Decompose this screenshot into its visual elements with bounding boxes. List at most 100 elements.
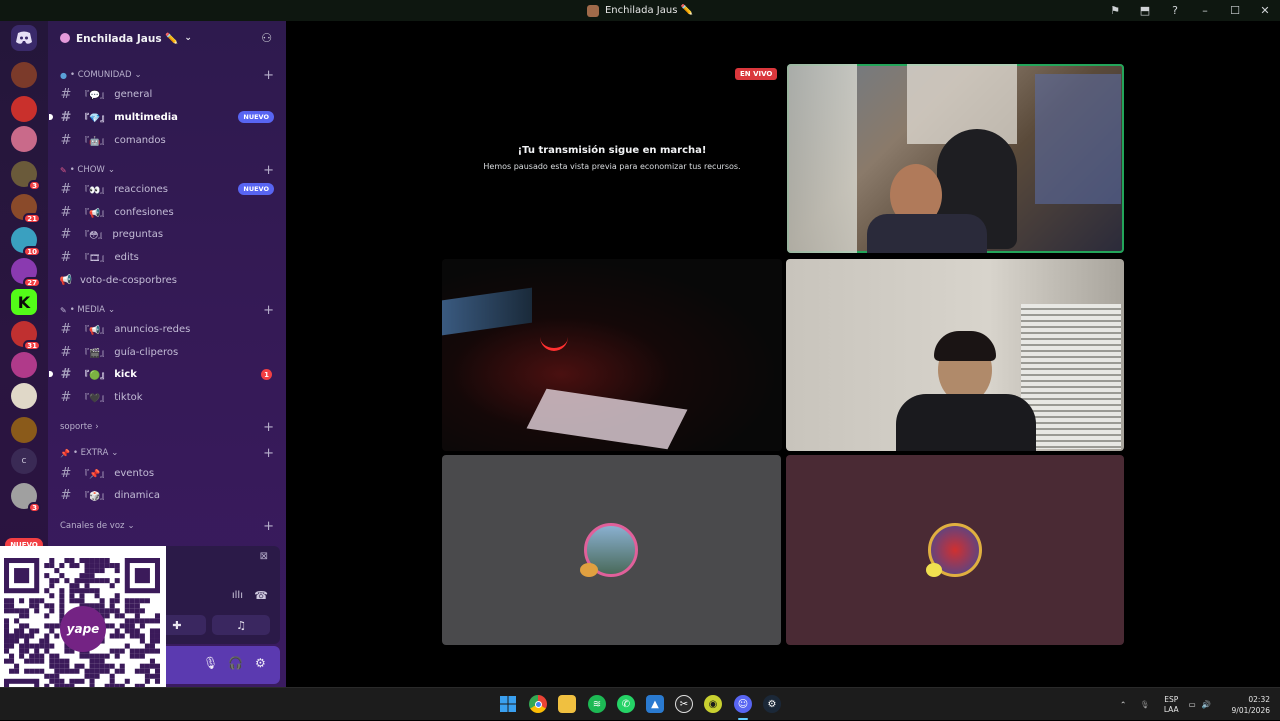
channel-emoji: 『🎬』 bbox=[80, 348, 110, 359]
photos-icon[interactable]: ▲ bbox=[646, 695, 664, 713]
server-icon bbox=[586, 4, 599, 17]
download-icon[interactable]: ⬒ bbox=[1130, 0, 1160, 21]
channel-name: kick bbox=[114, 368, 137, 380]
steam-icon[interactable]: ⚙ bbox=[763, 695, 781, 713]
category-media[interactable]: ✎ • MEDIA ⌄ + bbox=[60, 303, 274, 318]
server-icon-4[interactable]: 3 bbox=[11, 161, 41, 191]
new-badge: NUEVO bbox=[238, 183, 274, 195]
wall-right bbox=[1035, 74, 1121, 204]
noise-suppression-icon[interactable]: ıllı bbox=[232, 590, 243, 601]
mention-badge: 31 bbox=[23, 340, 41, 351]
server-icon-10[interactable] bbox=[11, 352, 37, 378]
spotify-icon[interactable]: ≋ bbox=[588, 695, 606, 713]
headphones-icon[interactable]: 🎧 bbox=[228, 656, 243, 670]
file-explorer-icon[interactable] bbox=[558, 695, 576, 713]
add-channel-icon[interactable]: + bbox=[263, 68, 274, 83]
hash-icon: # bbox=[60, 249, 72, 265]
video-tile-screen[interactable] bbox=[442, 259, 782, 451]
video-tile-streamer-2[interactable] bbox=[786, 259, 1124, 451]
add-channel-icon[interactable]: + bbox=[263, 420, 274, 435]
channel-reacciones[interactable]: # 『👀』 reacciones NUEVO bbox=[56, 179, 278, 199]
channel-guia-cliperos[interactable]: # 『🎬』 guía-cliperos bbox=[56, 342, 278, 362]
server-icon-12[interactable] bbox=[11, 417, 37, 443]
mention-badge: 21 bbox=[23, 213, 41, 224]
channel-comandos[interactable]: # 『🤖』 comandos bbox=[56, 130, 278, 150]
microphone-icon[interactable]: 🎙 bbox=[203, 656, 218, 670]
channel-confesiones[interactable]: # 『📢』 confesiones bbox=[56, 202, 278, 222]
clock-time: 02:32 bbox=[1248, 695, 1270, 704]
inbox-icon[interactable]: ⚑ bbox=[1100, 0, 1130, 21]
category-extra[interactable]: 📌 • EXTRA ⌄ + bbox=[60, 446, 274, 461]
add-channel-icon[interactable]: + bbox=[263, 446, 274, 461]
guild-header[interactable]: Enchilada Jaus ✏️ ⌄ ⚇ bbox=[48, 21, 286, 55]
windows-start-icon[interactable] bbox=[499, 695, 517, 713]
server-icon-14[interactable]: 3 bbox=[11, 483, 41, 513]
channel-multimedia[interactable]: # 『💎』 multimedia NUEVO bbox=[49, 107, 278, 127]
avatar-tile-1[interactable] bbox=[442, 455, 781, 645]
video-tile-streamer-1[interactable] bbox=[787, 64, 1124, 253]
whatsapp-icon[interactable]: ✆ bbox=[617, 695, 635, 713]
chrome-icon[interactable] bbox=[529, 695, 547, 713]
server-icon-2[interactable] bbox=[11, 96, 37, 122]
network-icon[interactable]: ▭ bbox=[1189, 700, 1196, 709]
server-icon-5[interactable]: 21 bbox=[11, 194, 41, 224]
hash-icon: # bbox=[60, 465, 72, 481]
person-body bbox=[896, 394, 1036, 451]
category-soporte[interactable]: soporte › + bbox=[60, 420, 274, 435]
help-icon[interactable]: ? bbox=[1160, 0, 1190, 21]
volume-icon[interactable]: 🔊 bbox=[1202, 700, 1211, 709]
server-icon-13[interactable]: c bbox=[11, 448, 37, 474]
close-preview-icon[interactable]: ⊠ bbox=[260, 551, 268, 562]
channel-eventos[interactable]: # 『📌』 eventos bbox=[56, 463, 278, 483]
discord-icon[interactable]: ☺ bbox=[734, 695, 752, 713]
server-icon-8[interactable]: K bbox=[11, 289, 37, 315]
channel-tiktok[interactable]: # 『🖤』 tiktok bbox=[56, 387, 278, 407]
add-channel-icon[interactable]: + bbox=[263, 519, 274, 534]
mention-badge: 10 bbox=[23, 246, 41, 257]
channel-name: preguntas bbox=[112, 228, 164, 240]
capcut-icon[interactable]: ✂ bbox=[675, 695, 693, 713]
server-icon-1[interactable] bbox=[11, 62, 37, 88]
server-icon-3[interactable] bbox=[11, 126, 37, 152]
server-icon-7[interactable]: 27 bbox=[11, 258, 41, 288]
hash-icon: # bbox=[60, 366, 72, 382]
server-icon-9[interactable]: 31 bbox=[11, 321, 41, 351]
home-icon[interactable] bbox=[11, 25, 37, 51]
server-icon-6[interactable]: 10 bbox=[11, 227, 41, 257]
soundboard-button[interactable]: ♫ bbox=[212, 615, 270, 635]
category-label: • MEDIA bbox=[69, 305, 105, 315]
channel-general[interactable]: # 『💬』 general bbox=[56, 84, 278, 104]
chevron-up-icon[interactable]: ⌃ bbox=[1120, 700, 1126, 709]
maximize-button[interactable]: ☐ bbox=[1220, 0, 1250, 21]
minimize-button[interactable]: – bbox=[1190, 0, 1220, 21]
add-channel-icon[interactable]: + bbox=[263, 303, 274, 318]
category-canales-de-voz[interactable]: Canales de voz ⌄ + bbox=[60, 519, 274, 534]
category-comunidad[interactable]: ● • COMUNIDAD ⌄ + bbox=[60, 68, 274, 83]
chevron-down-icon: ⌄ bbox=[107, 165, 115, 175]
server-icon-11[interactable] bbox=[11, 383, 37, 409]
hash-icon: # bbox=[60, 132, 72, 148]
channel-emoji: 『🎲』 bbox=[80, 491, 110, 502]
channel-voto-de-cosporbres[interactable]: 📢 voto-de-cosporbres bbox=[56, 270, 278, 290]
channel-anuncios-redes[interactable]: # 『📢』 anuncios-redes bbox=[56, 319, 278, 339]
category-chow[interactable]: ✎ • CHOW ⌄ + bbox=[60, 163, 274, 178]
input-language[interactable]: ESP LAA bbox=[1164, 695, 1179, 715]
clock[interactable]: 02:32 9/01/2026 bbox=[1232, 694, 1270, 716]
window-title-text: Enchilada Jaus ✏️ bbox=[604, 5, 694, 16]
channel-preguntas[interactable]: # 『😳』 preguntas bbox=[56, 224, 278, 244]
settings-gear-icon[interactable]: ⚙ bbox=[255, 656, 266, 670]
channel-edits[interactable]: # 『🎞』 edits bbox=[56, 247, 278, 267]
obs-icon[interactable]: ◉ bbox=[704, 695, 722, 713]
microphone-icon[interactable]: 🎙 bbox=[1140, 700, 1150, 709]
activities-icon: ✚ bbox=[172, 618, 182, 632]
channel-kick[interactable]: # 『🟢』 kick 1 bbox=[49, 364, 278, 384]
close-button[interactable]: ✕ bbox=[1250, 0, 1280, 21]
disconnect-icon[interactable]: ☎ bbox=[254, 589, 268, 602]
guild-icon bbox=[60, 33, 70, 43]
avatar-tile-2[interactable] bbox=[786, 455, 1124, 645]
add-channel-icon[interactable]: + bbox=[263, 163, 274, 178]
channel-dinamica[interactable]: # 『🎲』 dinamica bbox=[56, 485, 278, 505]
channel-emoji: 『🎞』 bbox=[80, 253, 110, 264]
invite-people-icon[interactable]: ⚇ bbox=[261, 31, 272, 45]
chevron-right-icon: › bbox=[95, 422, 99, 432]
